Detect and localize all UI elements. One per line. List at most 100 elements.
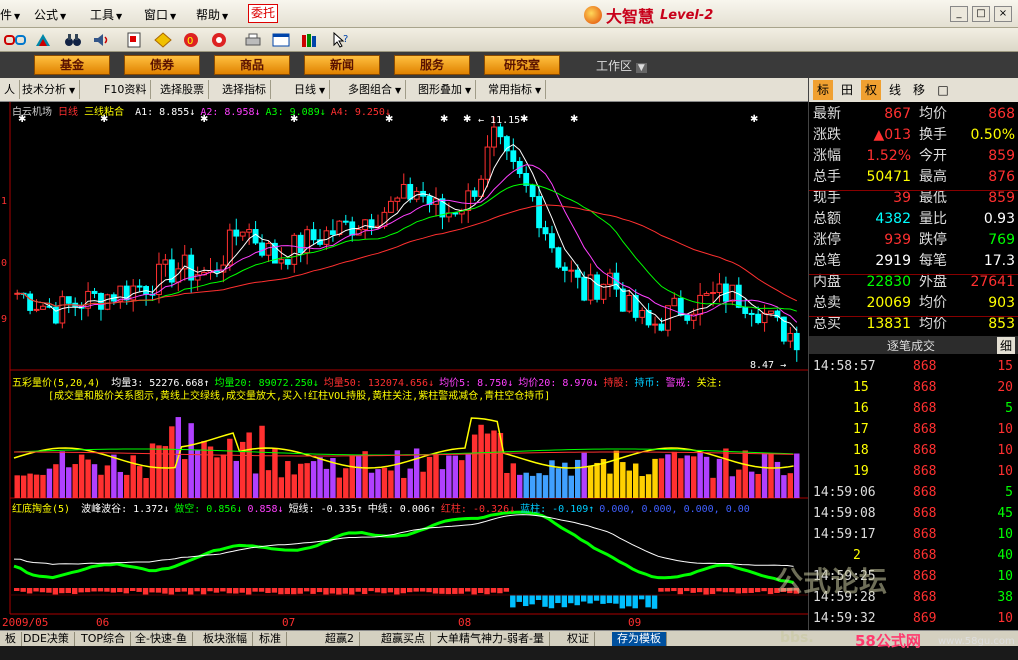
quote-key: 均价 (919, 316, 947, 332)
workarea-dropdown-icon: ▼ (635, 63, 647, 73)
high-price-value: 11.15 (490, 115, 521, 126)
status-tab-9[interactable]: 权证 (562, 632, 595, 646)
tick-trades-header: 逐笔成交 细 (809, 336, 1018, 354)
function-bar-item-3[interactable]: 选择股票 (156, 80, 209, 99)
osc-red-bar (142, 588, 149, 595)
menu-tools[interactable]: 工具 ▼ (90, 6, 122, 23)
function-bar-item-4[interactable]: 选择指标 (218, 80, 271, 99)
osc-red-bar (729, 588, 735, 593)
status-tab-4[interactable]: 板块涨幅 (198, 632, 253, 646)
chart-header: 白云机场 日线 三线粘合 A1: 8.855↓ A2: 8.958↓ A3: 9.0… (12, 103, 391, 118)
ma-label-0: A1: 8.855↓ (135, 107, 196, 118)
trade-price: 868 (913, 590, 937, 605)
menu-help[interactable]: 帮助 ▼ (196, 6, 228, 23)
diamond-icon[interactable] (154, 32, 172, 48)
volume-bar (349, 455, 355, 498)
minimize-icon[interactable]: _ (950, 6, 968, 22)
help-cursor-icon[interactable]: ? (332, 32, 350, 48)
osc-red-bar (71, 588, 78, 595)
menu-formula[interactable]: 公式 ▼ (34, 6, 66, 23)
nav-research-button[interactable]: 研究室 (484, 55, 560, 75)
volume-bar (297, 463, 304, 498)
quote-tab-2[interactable]: 权 (861, 80, 881, 100)
nav-news-button[interactable]: 新闻 (304, 55, 380, 75)
window-icon[interactable] (272, 32, 290, 48)
ma-label-3: A4: 9.250↓ (330, 107, 391, 118)
osc-red-bar (33, 588, 39, 592)
maximize-icon[interactable]: □ (972, 6, 990, 22)
date-09: 09 (628, 616, 642, 629)
candle-body (27, 293, 34, 311)
volume-bar (46, 468, 53, 498)
status-tab-2[interactable]: TOP综合 (76, 632, 132, 646)
status-tab-7[interactable]: 超赢买点 (376, 632, 431, 646)
menu-window[interactable]: 窗口 ▼ (144, 6, 176, 23)
tick-trades-detail-button[interactable]: 细 (996, 337, 1015, 354)
volume-bar (529, 475, 536, 498)
function-bar-item-2[interactable]: F10资料 (100, 80, 152, 99)
quote-row: 总卖 20069 均价 903 (809, 293, 1018, 314)
ball2-icon[interactable] (210, 32, 228, 48)
volume-bar (690, 456, 697, 498)
ball-icon[interactable]: 0 (182, 32, 200, 48)
function-bar-item-1[interactable]: 技术分析 ▼ (18, 80, 81, 99)
quote-tab-1[interactable]: 田 (837, 80, 857, 100)
osc-blue-bar (522, 595, 529, 607)
osc-red-bar (129, 588, 136, 592)
osc-red-bar (91, 588, 97, 592)
chain-icon[interactable] (4, 32, 26, 48)
volume-bar (536, 473, 542, 498)
speaker-icon[interactable] (92, 32, 110, 48)
print-icon[interactable] (244, 32, 262, 48)
quote-value: 22830 (866, 274, 911, 290)
trade-time: 15 (853, 380, 869, 395)
nav-commodity-button[interactable]: 商品 (214, 55, 290, 75)
osc-blue-bar (510, 595, 516, 608)
nav-service-button[interactable]: 服务 (394, 55, 470, 75)
nav-fund-button[interactable]: 基金 (34, 55, 110, 75)
function-bar-item-0[interactable]: 人 (0, 80, 20, 99)
workarea-menu[interactable]: 工作区 ▼ (596, 57, 647, 74)
quote-value: 859 (988, 190, 1015, 206)
period-label: 日线 (58, 107, 79, 118)
books-icon[interactable] (300, 32, 318, 48)
quote-row: 总手 50471 最高 876 (809, 167, 1018, 188)
binoculars-icon[interactable] (64, 32, 82, 48)
volume-bar (59, 451, 66, 498)
kline-chart[interactable]: ✱ ✱ ✱ ✱ ✱ ✱ ✱ ✱ ✱ ✱ (0, 102, 808, 630)
quote-tab-5[interactable]: □ (933, 80, 953, 100)
function-bar-item-7[interactable]: 图形叠加 ▼ (414, 80, 477, 99)
status-tab-6[interactable]: 超赢2 (320, 632, 360, 646)
nav-bond-button[interactable]: 债券 (124, 55, 200, 75)
quote-tab-4[interactable]: 移 (909, 80, 929, 100)
candle-body (497, 126, 504, 138)
function-bar-item-5[interactable]: 日线 ▼ (290, 80, 331, 99)
trade-time: 14:59:08 (813, 506, 876, 521)
osc-blue-bar (580, 595, 587, 602)
candle-body (581, 276, 588, 301)
status-tab-5[interactable]: 标准 (254, 632, 287, 646)
volume-bar (194, 450, 201, 498)
flag-icon[interactable] (34, 32, 52, 48)
volume-bar (317, 457, 323, 498)
function-bar-item-label: 日线 (294, 83, 316, 96)
status-tab-3[interactable]: 全-快速-鱼 (130, 632, 193, 646)
status-tab-1[interactable]: DDE决策 (18, 632, 75, 646)
quote-key: 涨停 (813, 232, 841, 248)
weituo-button[interactable]: 委托 (248, 4, 278, 23)
volume-bar (136, 466, 143, 498)
menu-file[interactable]: 件 ▼ (0, 6, 20, 23)
candle-body (536, 196, 542, 229)
quote-key: 总额 (813, 211, 841, 227)
report-icon[interactable] (126, 32, 144, 48)
chart-panel[interactable]: ✱ ✱ ✱ ✱ ✱ ✱ ✱ ✱ ✱ ✱ 白云机场 日线 三线粘合 A1: 8.855↓ A2: 8.… (0, 102, 808, 630)
function-bar-item-6[interactable]: 多图组合 ▼ (344, 80, 407, 99)
volume-bar (246, 432, 252, 498)
quote-tab-3[interactable]: 线 (885, 80, 905, 100)
close-icon[interactable]: × (994, 6, 1012, 22)
quote-tab-0[interactable]: 标 (813, 80, 833, 100)
function-bar-item-8[interactable]: 常用指标 ▼ (484, 80, 547, 99)
candle-body (716, 283, 723, 294)
status-tab-10[interactable]: 存为模板 (612, 632, 667, 646)
status-tab-8[interactable]: 大单精气神力-弱者-量 (432, 632, 550, 646)
